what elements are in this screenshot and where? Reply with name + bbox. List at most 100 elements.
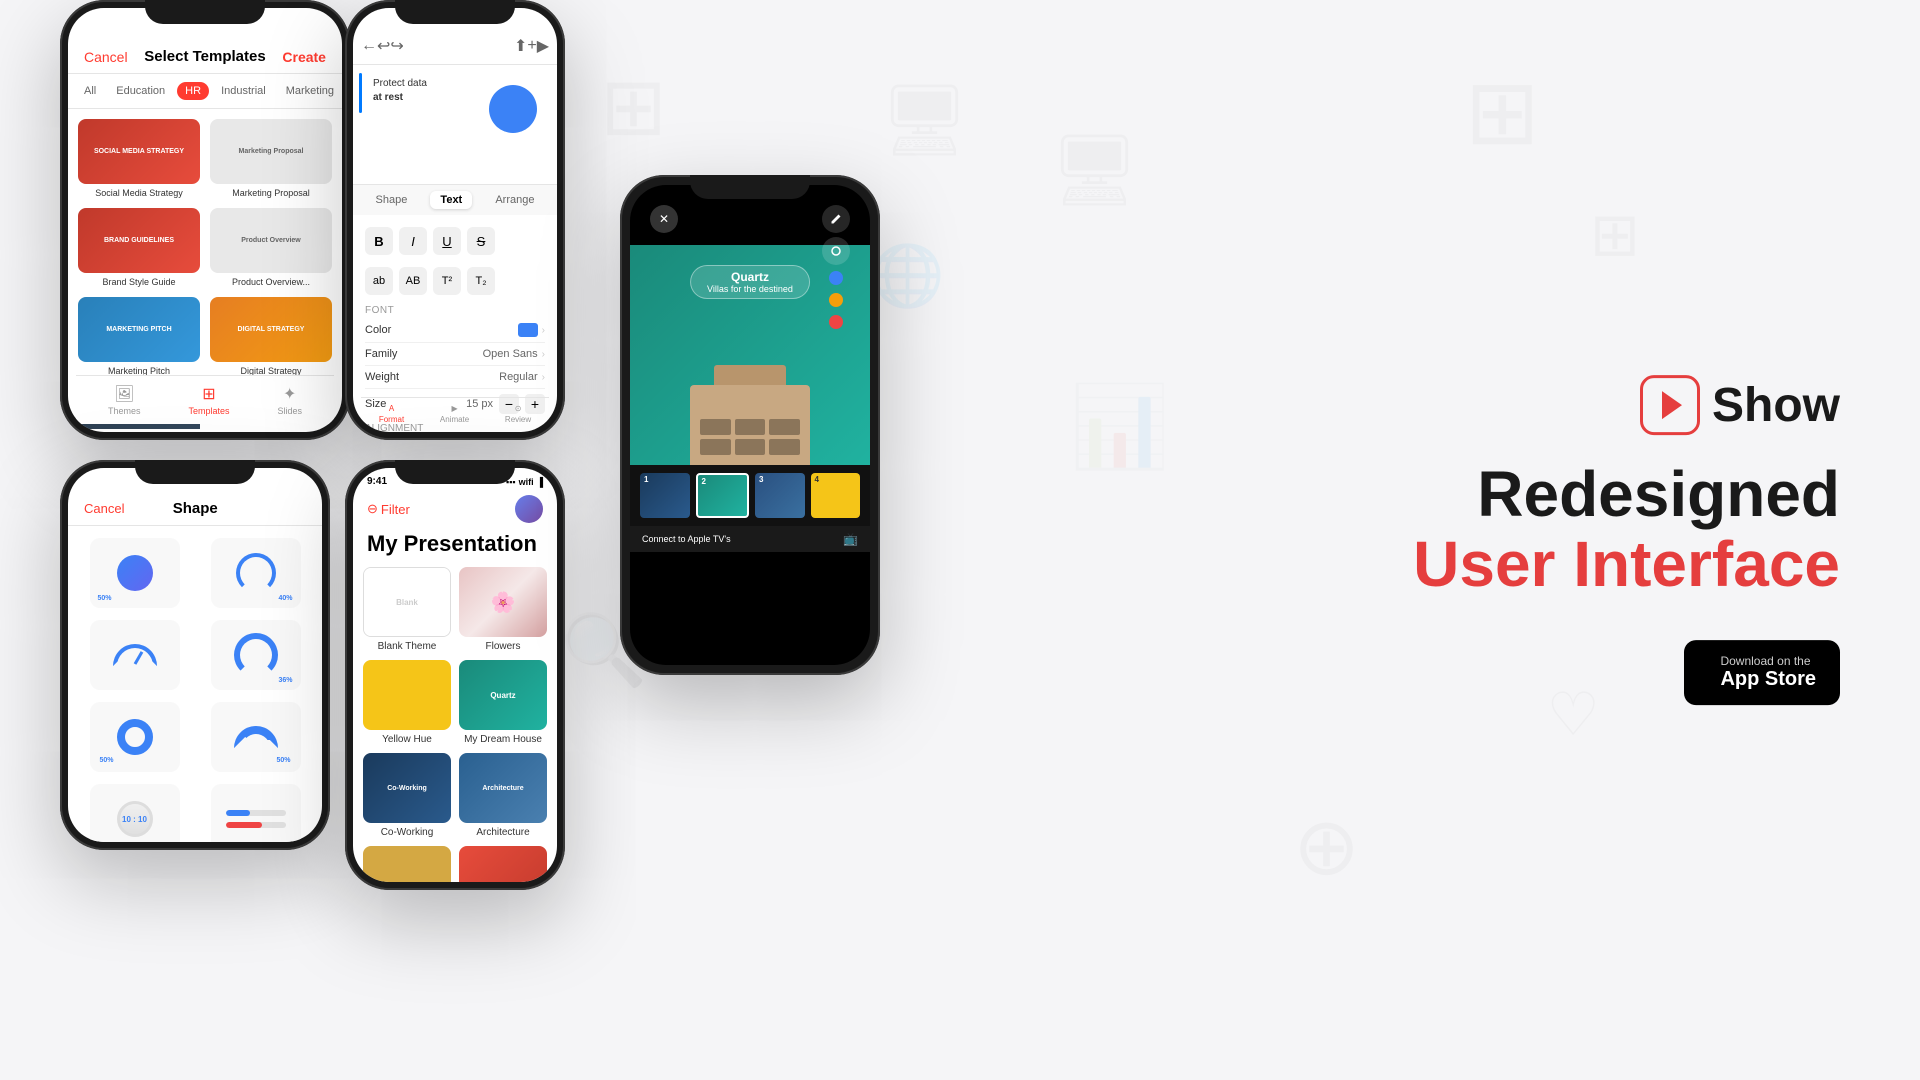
- italic-button[interactable]: I: [399, 227, 427, 255]
- progress-bar-1: [226, 810, 286, 816]
- font-weight-row[interactable]: Weight Regular ›: [365, 366, 545, 389]
- show-icon-box: [1640, 375, 1700, 435]
- undo-button[interactable]: ↩: [377, 36, 390, 56]
- template-co-working[interactable]: Co-Working Co-Working: [363, 753, 451, 838]
- tab-shape[interactable]: Shape: [366, 191, 418, 209]
- text-style-row: B I U S: [365, 223, 545, 259]
- font-family-row[interactable]: Family Open Sans ›: [365, 343, 545, 366]
- connect-appletv-bar[interactable]: Connect to Apple TV's 📺: [630, 526, 870, 552]
- tab-hr[interactable]: HR: [177, 82, 209, 100]
- templates-icon: ⊞: [202, 384, 215, 404]
- shape-circle-item[interactable]: 50%: [80, 538, 189, 608]
- circle-shape: [117, 555, 153, 591]
- thumb-1[interactable]: 1: [640, 473, 690, 518]
- filter-button[interactable]: ⊖ Filter: [367, 501, 410, 517]
- thumb-4[interactable]: 4: [811, 473, 861, 518]
- subscript-button[interactable]: T₂: [467, 267, 495, 295]
- pencil-button[interactable]: [822, 205, 850, 233]
- shape-dial-item[interactable]: 10 : 10: [80, 784, 189, 842]
- template-blank-theme[interactable]: Blank Blank Theme: [363, 567, 451, 652]
- font-section-label: FONT: [365, 305, 545, 316]
- user-avatar[interactable]: [515, 495, 543, 523]
- template-my-dream-house[interactable]: Quartz My Dream House: [459, 660, 547, 745]
- redo-button[interactable]: ↪: [390, 36, 403, 56]
- tab-industrial[interactable]: Industrial: [213, 82, 274, 100]
- tab-arrange[interactable]: Arrange: [485, 191, 544, 209]
- nav-animate[interactable]: ▶ Animate: [440, 404, 469, 424]
- template-yellow-hue[interactable]: Yellow Hue: [363, 660, 451, 745]
- template-digital-strategy[interactable]: DIGITAL STRATEGY Digital Strategy: [210, 297, 332, 376]
- create-button[interactable]: Create: [282, 49, 326, 65]
- play-button[interactable]: ▶: [537, 36, 549, 56]
- template-more1[interactable]: [363, 846, 451, 882]
- footer-templates[interactable]: ⊞ Templates: [188, 384, 229, 416]
- tab-text[interactable]: Text: [430, 191, 472, 209]
- template-marketing-proposal[interactable]: Marketing Proposal Marketing Proposal: [210, 119, 332, 198]
- phone3-screen: Cancel Shape 50% 40%: [68, 468, 322, 842]
- footer-themes[interactable]: 🖼 Themes: [108, 384, 141, 416]
- bg-deco-2: 🖥: [880, 80, 969, 162]
- uppercase-button[interactable]: AB: [399, 267, 427, 295]
- template-marketing-pitch[interactable]: MARKETING PITCH Marketing Pitch: [78, 297, 200, 376]
- template-product-overview[interactable]: Product Overview Product Overview...: [210, 208, 332, 287]
- template-social-media[interactable]: SOCIAL MEDIA STRATEGY Social Media Strat…: [78, 119, 200, 198]
- bold-button[interactable]: B: [365, 227, 393, 255]
- cancel-button[interactable]: Cancel: [84, 49, 128, 65]
- close-presentation-button[interactable]: ✕: [650, 205, 678, 233]
- shape-header: Cancel Shape: [68, 488, 322, 526]
- presentation-template-grid: Blank Blank Theme 🌸 Flowers: [353, 567, 557, 882]
- shape-donut-item[interactable]: 50%: [80, 702, 189, 772]
- superscript-button[interactable]: T²: [433, 267, 461, 295]
- tab-education[interactable]: Education: [108, 82, 173, 100]
- shape-half-donut-item[interactable]: 50%: [201, 702, 310, 772]
- amber-color-dot[interactable]: [829, 293, 843, 307]
- footer-slides[interactable]: ✦ Slides: [277, 384, 302, 416]
- shape-grid: 50% 40% 36%: [68, 526, 322, 842]
- phone5-screen: ✕ Quartz Villas for the destined: [630, 185, 870, 665]
- text-case-row: ab AB T² T₂: [365, 263, 545, 299]
- phone2-notch: [395, 0, 515, 24]
- themes-icon: 🖼: [114, 384, 134, 404]
- strikethrough-button[interactable]: S: [467, 227, 495, 255]
- template-category-tabs: All Education HR Industrial Marketing F: [68, 74, 342, 109]
- shape-arc2-item[interactable]: 36%: [201, 620, 310, 690]
- add-button[interactable]: +: [527, 37, 536, 55]
- appletv-icon: 📺: [843, 532, 858, 546]
- phone-my-presentation: 9:41 ▪▪▪ wifi ▐ ⊖ Filter My Presentation: [345, 460, 565, 890]
- shape-progress-item[interactable]: [201, 784, 310, 842]
- phone-text-editor: ← ↩ ↪ ⬆ + ▶ Protect data at rest Shape T…: [345, 0, 565, 440]
- template-more2[interactable]: [459, 846, 547, 882]
- bg-deco-6: ⊞: [1465, 60, 1540, 165]
- tab-marketing[interactable]: Marketing: [278, 82, 342, 100]
- nav-review[interactable]: ⊙ Review: [505, 404, 531, 424]
- underline-button[interactable]: U: [433, 227, 461, 255]
- building-illustration: [690, 365, 810, 465]
- arc-shape: [236, 553, 276, 593]
- font-color-row[interactable]: Color ›: [365, 318, 545, 343]
- template-flowers[interactable]: 🌸 Flowers: [459, 567, 547, 652]
- shape-arc-item[interactable]: 40%: [201, 538, 310, 608]
- presentation-side-controls: [822, 205, 850, 331]
- blue-color-dot[interactable]: [829, 271, 843, 285]
- lowercase-button[interactable]: ab: [365, 267, 393, 295]
- laser-button[interactable]: [822, 237, 850, 265]
- shape-cancel-button[interactable]: Cancel: [84, 501, 124, 516]
- red-color-dot[interactable]: [829, 315, 843, 329]
- app-store-button[interactable]: Download on the App Store: [1684, 640, 1840, 705]
- color-swatch: [518, 323, 538, 337]
- slide-canvas[interactable]: Protect data at rest: [353, 65, 557, 185]
- phone4-notch: [395, 460, 515, 484]
- thumb-3[interactable]: 3: [755, 473, 805, 518]
- wifi-icon: wifi: [519, 477, 534, 487]
- shape-gauge-item[interactable]: [80, 620, 189, 690]
- share-button[interactable]: ⬆: [514, 36, 527, 56]
- phone3-notch: [135, 460, 255, 484]
- nav-format[interactable]: A Format: [379, 404, 404, 424]
- thumb-2[interactable]: 2: [696, 473, 750, 518]
- template-architecture[interactable]: Architecture Architecture: [459, 753, 547, 838]
- chevron-icon: ›: [542, 325, 545, 336]
- template-brand-style[interactable]: BRAND GUIDELINES Brand Style Guide: [78, 208, 200, 287]
- back-button[interactable]: ←: [361, 37, 377, 55]
- slide-thumbnails: 1 2 3 4: [630, 465, 870, 526]
- tab-all[interactable]: All: [76, 82, 104, 100]
